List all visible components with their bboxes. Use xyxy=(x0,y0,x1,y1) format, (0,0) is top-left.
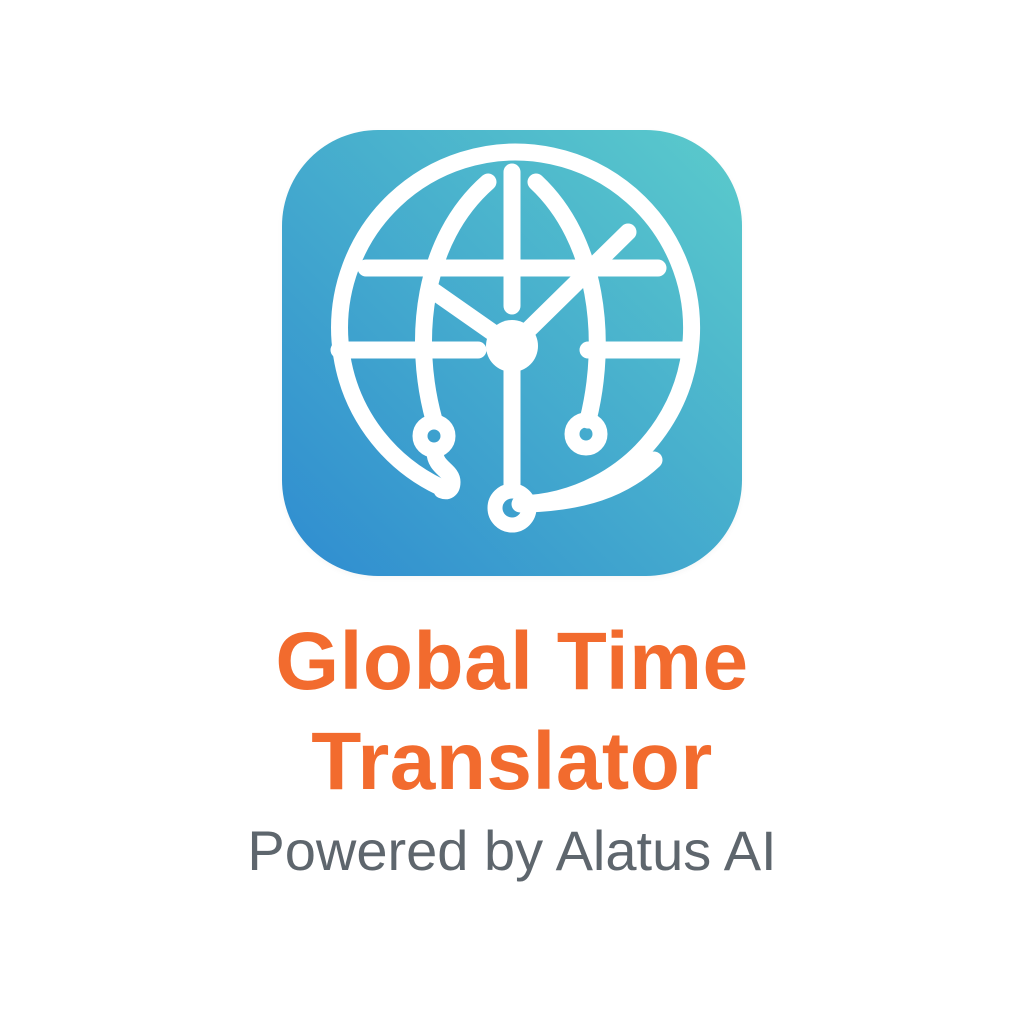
globe-clock-icon xyxy=(282,130,742,576)
splash-screen: Global Time Translator Powered by Alatus… xyxy=(0,0,1024,1024)
app-title-line-2: Translator xyxy=(311,716,713,807)
clock-center-hub xyxy=(486,320,538,372)
powered-by-text: Powered by Alatus AI xyxy=(247,819,777,882)
app-logo xyxy=(282,130,742,576)
app-title-line-1: Global Time xyxy=(275,616,749,707)
